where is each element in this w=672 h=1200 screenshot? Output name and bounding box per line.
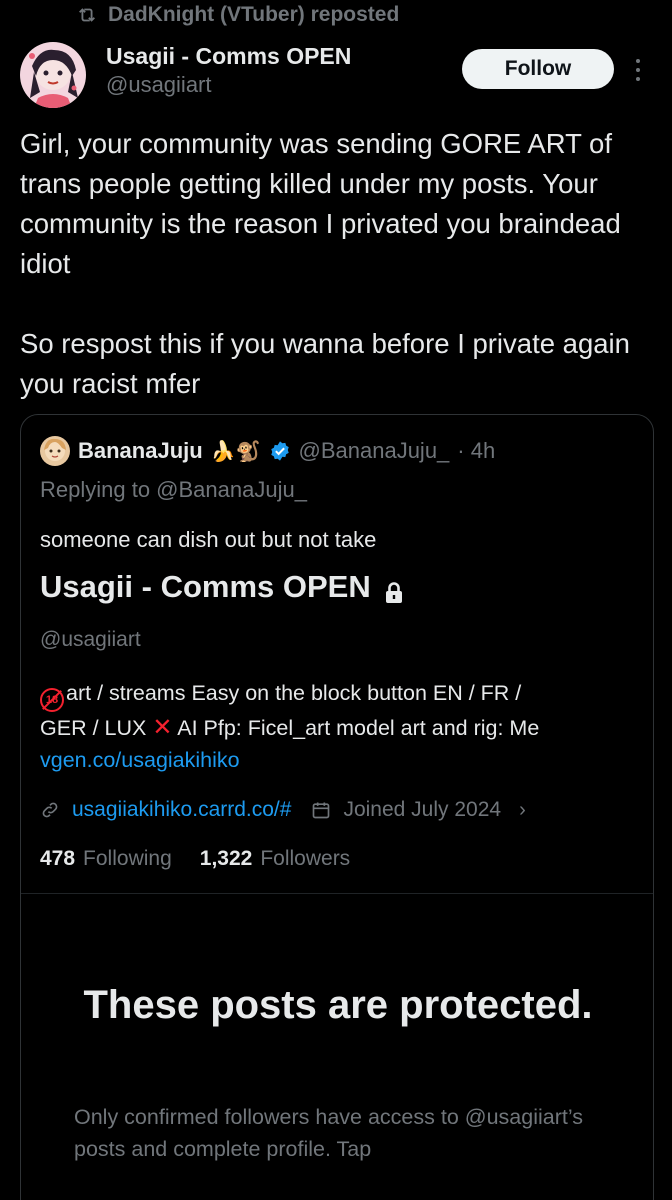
repost-label: DadKnight (VTuber) reposted: [108, 3, 400, 26]
followers-count: 1,322: [199, 847, 253, 870]
no-minors-icon: 18: [40, 688, 64, 712]
author-info[interactable]: Usagii - Comms OPEN @usagiiart: [106, 42, 351, 100]
author-avatar[interactable]: [20, 42, 86, 108]
author-name[interactable]: Usagii - Comms OPEN: [106, 42, 351, 70]
quote-author-name[interactable]: BananaJuju: [78, 438, 203, 464]
quote-author-emojis: 🍌🐒: [210, 440, 261, 463]
profile-name: Usagii - Comms OPEN: [40, 567, 405, 607]
lock-icon: [383, 575, 405, 603]
bio-line: art / streams Easy on the block button E…: [66, 681, 522, 705]
link-icon: [40, 800, 60, 820]
replying-to[interactable]: Replying to @BananaJuju_: [40, 475, 307, 505]
repost-icon: [76, 4, 98, 26]
chevron-right-icon[interactable]: ›: [519, 799, 526, 822]
protected-description: Only confirmed followers have access to …: [74, 1105, 583, 1161]
profile-bio: 18 art / streams Easy on the block button…: [40, 677, 640, 776]
bio-line: AI Pfp: Ficel_art model art and rig: Me: [172, 716, 540, 740]
quoted-tweet[interactable]: BananaJuju 🍌🐒 @BananaJuju_ · 4h Replying…: [20, 414, 654, 1200]
followers-label: Followers: [260, 847, 351, 870]
quote-author-handle[interactable]: @BananaJuju_: [299, 438, 450, 464]
post-paragraph: Girl, your community was sending GORE AR…: [20, 128, 621, 279]
following-stat[interactable]: 478 Following: [40, 847, 172, 871]
bio-link[interactable]: vgen.co/usagiakihiko: [40, 744, 640, 776]
protected-title: These posts are protected.: [83, 983, 593, 1027]
following-count: 478: [40, 847, 76, 870]
calendar-icon: [311, 800, 331, 820]
bio-line: GER / LUX: [40, 716, 147, 740]
repost-indicator[interactable]: DadKnight (VTuber) reposted: [76, 2, 399, 28]
follow-button[interactable]: Follow: [462, 49, 614, 89]
quote-header: BananaJuju 🍌🐒 @BananaJuju_ · 4h: [40, 435, 495, 467]
more-options-icon[interactable]: [628, 54, 648, 86]
profile-stats: 478 Following 1,322 Followers: [40, 847, 350, 871]
profile-name-text: Usagii - Comms OPEN: [40, 569, 371, 604]
followers-stat[interactable]: 1,322 Followers: [200, 847, 350, 871]
following-label: Following: [83, 847, 172, 870]
verified-badge-icon: [269, 440, 291, 462]
profile-website[interactable]: usagiiakihiko.carrd.co/#: [72, 798, 291, 822]
post-page: DadKnight (VTuber) reposted Usagii - Com…: [0, 0, 672, 1200]
quote-avatar[interactable]: [40, 436, 70, 466]
post-text: Girl, your community was sending GORE AR…: [20, 124, 656, 404]
cross-mark-icon: ✕: [152, 714, 173, 741]
profile-meta: usagiiakihiko.carrd.co/# Joined July 202…: [40, 795, 526, 825]
profile-handle: @usagiiart: [40, 628, 141, 651]
post-paragraph: So respost this if you wanna before I pr…: [20, 328, 630, 399]
quote-timestamp[interactable]: · 4h: [457, 438, 495, 464]
profile-joined: Joined July 2024: [343, 798, 502, 821]
author-handle[interactable]: @usagiiart: [106, 70, 351, 100]
divider: [21, 893, 653, 894]
quote-text: someone can dish out but not take: [40, 527, 377, 552]
